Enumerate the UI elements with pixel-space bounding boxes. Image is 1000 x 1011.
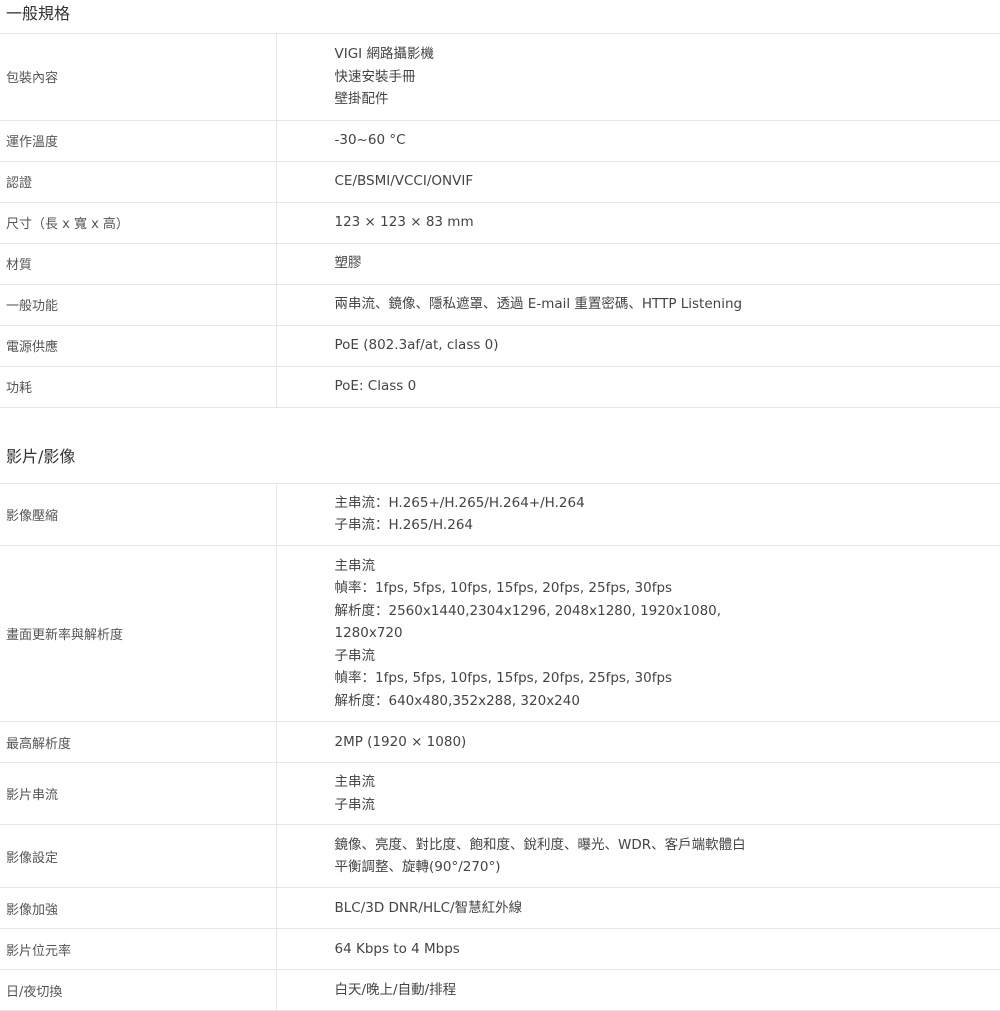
row-value: 兩串流、鏡像、隱私遮罩、透過 E-mail 重置密碼、HTTP Listenin… [276,284,1000,325]
value-line: 64 Kbps to 4 Mbps [335,938,1000,961]
row-value: 123 × 123 × 83 mm [276,202,1000,243]
row-label: 電源供應 [0,325,276,366]
value-line: CE/BSMI/VCCI/ONVIF [335,170,1000,193]
section-title-general: 一般規格 [0,0,1000,34]
row-value: 主串流 子串流 [276,763,1000,825]
row-label: 功耗 [0,366,276,407]
table-row: 材質 塑膠 [0,243,1000,284]
value-line: 子串流：H.265/H.264 [335,514,1000,537]
row-label: 認證 [0,161,276,202]
value-line: BLC/3D DNR/HLC/智慧紅外線 [335,897,1000,920]
value-line: -30~60 °C [335,129,1000,152]
value-line: 解析度：640x480,352x288, 320x240 [335,690,1000,713]
row-value: 主串流 幀率：1fps, 5fps, 10fps, 15fps, 20fps, … [276,546,1000,722]
row-label: 包裝內容 [0,34,276,120]
section-title-video: 影片/影像 [0,434,1000,484]
row-label: 影像壓縮 [0,484,276,546]
row-value: 64 Kbps to 4 Mbps [276,929,1000,970]
spec-table-general: 包裝內容 VIGI 網路攝影機 快速安裝手冊 壁掛配件 運作溫度 -30~60 … [0,34,1000,408]
table-row: 運作溫度 -30~60 °C [0,120,1000,161]
value-line: PoE: Class 0 [335,375,1000,398]
table-row: 認證 CE/BSMI/VCCI/ONVIF [0,161,1000,202]
row-label: 影片位元率 [0,929,276,970]
row-label: 日/夜切換 [0,970,276,1011]
value-line: 主串流 [335,555,1000,578]
value-line: 幀率：1fps, 5fps, 10fps, 15fps, 20fps, 25fp… [335,667,1000,690]
spec-table-video: 影像壓縮 主串流：H.265+/H.265/H.264+/H.264 子串流：H… [0,484,1000,1011]
table-row: 一般功能 兩串流、鏡像、隱私遮罩、透過 E-mail 重置密碼、HTTP Lis… [0,284,1000,325]
value-line: 子串流 [335,645,1000,668]
value-line: 解析度：2560x1440,2304x1296, 2048x1280, 1920… [335,600,1000,623]
row-label: 最高解析度 [0,722,276,763]
value-line: 1280x720 [335,622,1000,645]
value-line: 2MP (1920 × 1080) [335,731,1000,754]
value-line: 塑膠 [335,252,1000,275]
row-value: PoE (802.3af/at, class 0) [276,325,1000,366]
row-label: 畫面更新率與解析度 [0,546,276,722]
table-row: 最高解析度 2MP (1920 × 1080) [0,722,1000,763]
value-line: PoE (802.3af/at, class 0) [335,334,1000,357]
value-line: 白天/晚上/自動/排程 [335,979,1000,1002]
table-row: 尺寸（長 x 寬 x 高） 123 × 123 × 83 mm [0,202,1000,243]
table-row: 包裝內容 VIGI 網路攝影機 快速安裝手冊 壁掛配件 [0,34,1000,120]
row-label: 材質 [0,243,276,284]
value-line: 主串流：H.265+/H.265/H.264+/H.264 [335,492,1000,515]
row-value: VIGI 網路攝影機 快速安裝手冊 壁掛配件 [276,34,1000,120]
row-label: 運作溫度 [0,120,276,161]
row-value: 主串流：H.265+/H.265/H.264+/H.264 子串流：H.265/… [276,484,1000,546]
row-value: -30~60 °C [276,120,1000,161]
value-line: 兩串流、鏡像、隱私遮罩、透過 E-mail 重置密碼、HTTP Listenin… [335,293,1000,316]
table-row: 功耗 PoE: Class 0 [0,366,1000,407]
value-line: 壁掛配件 [335,88,1000,111]
row-value: 白天/晚上/自動/排程 [276,970,1000,1011]
value-line: 平衡調整、旋轉(90°/270°) [335,856,1000,879]
table-row: 影像設定 鏡像、亮度、對比度、飽和度、銳利度、曝光、WDR、客戶端軟體白 平衡調… [0,825,1000,888]
value-line: 123 × 123 × 83 mm [335,211,1000,234]
table-row: 影片串流 主串流 子串流 [0,763,1000,825]
value-line: 幀率：1fps, 5fps, 10fps, 15fps, 20fps, 25fp… [335,577,1000,600]
row-value: 2MP (1920 × 1080) [276,722,1000,763]
value-line: VIGI 網路攝影機 [335,43,1000,66]
row-value: CE/BSMI/VCCI/ONVIF [276,161,1000,202]
row-label: 影像設定 [0,825,276,888]
table-row: 畫面更新率與解析度 主串流 幀率：1fps, 5fps, 10fps, 15fp… [0,546,1000,722]
row-label: 一般功能 [0,284,276,325]
spec-page: 一般規格 包裝內容 VIGI 網路攝影機 快速安裝手冊 壁掛配件 運作溫度 -3… [0,0,1000,1000]
table-row: 電源供應 PoE (802.3af/at, class 0) [0,325,1000,366]
value-line: 鏡像、亮度、對比度、飽和度、銳利度、曝光、WDR、客戶端軟體白 [335,834,1000,857]
value-line: 主串流 [335,771,1000,794]
row-value: PoE: Class 0 [276,366,1000,407]
value-line: 子串流 [335,794,1000,817]
row-value: 塑膠 [276,243,1000,284]
row-value: BLC/3D DNR/HLC/智慧紅外線 [276,888,1000,929]
row-label: 尺寸（長 x 寬 x 高） [0,202,276,243]
row-label: 影片串流 [0,763,276,825]
table-row: 日/夜切換 白天/晚上/自動/排程 [0,970,1000,1011]
table-row: 影像加強 BLC/3D DNR/HLC/智慧紅外線 [0,888,1000,929]
row-label: 影像加強 [0,888,276,929]
row-value: 鏡像、亮度、對比度、飽和度、銳利度、曝光、WDR、客戶端軟體白 平衡調整、旋轉(… [276,825,1000,888]
table-row: 影像壓縮 主串流：H.265+/H.265/H.264+/H.264 子串流：H… [0,484,1000,546]
value-line: 快速安裝手冊 [335,66,1000,89]
table-row: 影片位元率 64 Kbps to 4 Mbps [0,929,1000,970]
